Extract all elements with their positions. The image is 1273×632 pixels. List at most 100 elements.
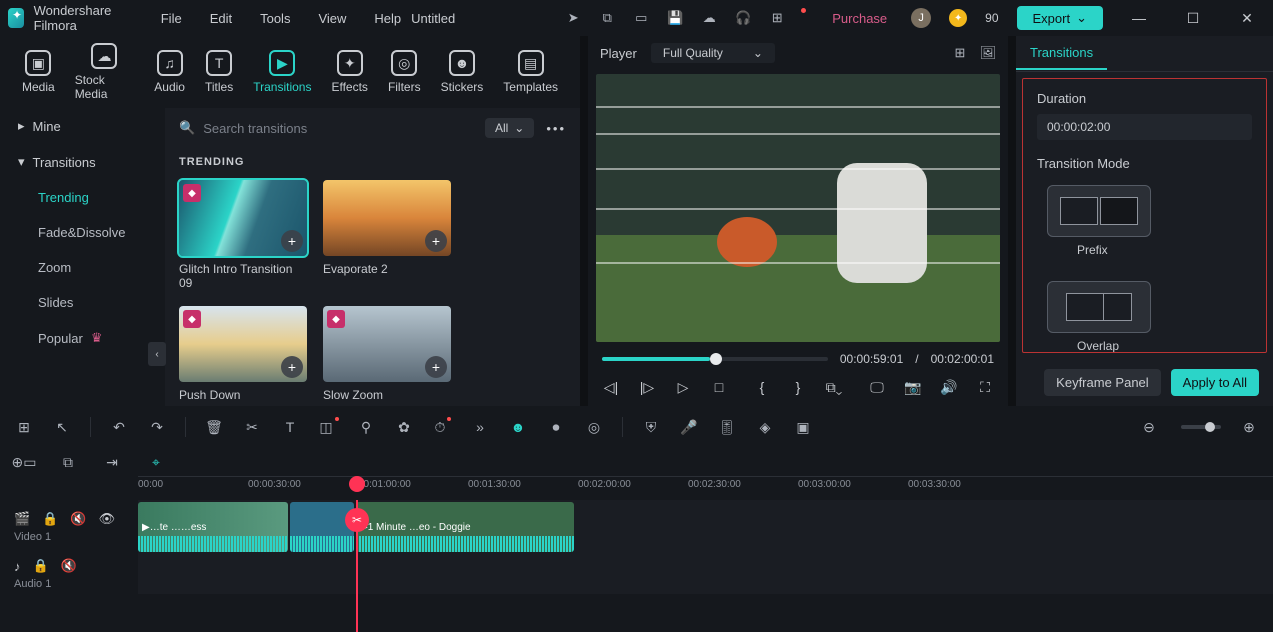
tab-stock[interactable]: ☁Stock Media	[75, 43, 135, 101]
save-icon[interactable]: 💾	[667, 10, 683, 26]
shield-icon[interactable]: ⛨	[641, 417, 661, 437]
cut-icon[interactable]: ✂	[242, 417, 262, 437]
maximize-button[interactable]: ☐	[1175, 10, 1211, 27]
visibility-icon[interactable]: 👁	[99, 511, 116, 527]
sidebar-item-fade[interactable]: Fade&Dissolve	[0, 215, 165, 250]
tab-media[interactable]: ▣Media	[22, 50, 55, 94]
link-clips-icon[interactable]: ⧉	[58, 452, 78, 472]
progress-bar[interactable]	[602, 357, 828, 361]
add-icon[interactable]: +	[425, 356, 447, 378]
mute-icon[interactable]: 🔇	[70, 511, 86, 527]
lock-icon[interactable]: 🔒	[42, 511, 58, 527]
menu-view[interactable]: View	[318, 11, 346, 26]
volume-icon[interactable]: 🔊	[940, 378, 958, 396]
clip[interactable]: ▶…te ……ess	[138, 502, 288, 552]
more-icon[interactable]: •••	[546, 121, 566, 136]
track-body[interactable]	[138, 554, 1273, 594]
card-evaporate[interactable]: +Evaporate 2	[323, 180, 451, 290]
tab-titles[interactable]: TTitles	[205, 50, 233, 94]
mixer-icon[interactable]: 🎚	[717, 417, 737, 437]
collapse-sidebar-button[interactable]: ‹	[148, 342, 166, 366]
fullscreen-icon[interactable]: ⛶	[976, 378, 994, 396]
group-icon[interactable]: ▣	[793, 417, 813, 437]
marker-tool-icon[interactable]: ◈	[755, 417, 775, 437]
time-ruler[interactable]: 00:00 00:00:30:00 00:01:00:00 00:01:30:0…	[138, 476, 1273, 500]
zoom-out-icon[interactable]: ⊖	[1139, 417, 1159, 437]
clip[interactable]: ▶1 Minute …eo - Doggie	[356, 502, 574, 552]
track-body[interactable]: ▶…te ……ess ▶1 Minute …eo - Doggie	[138, 500, 1273, 554]
keyframe-panel-button[interactable]: Keyframe Panel	[1044, 369, 1161, 396]
side-transitions[interactable]: ▾Transitions	[0, 144, 165, 180]
more-tools-icon[interactable]: »	[470, 417, 490, 437]
prev-frame-icon[interactable]: ◁|	[602, 378, 620, 396]
cut-badge-icon[interactable]: ✂	[345, 508, 369, 532]
menu-file[interactable]: File	[161, 11, 182, 26]
preview-canvas[interactable]	[596, 74, 1000, 342]
device-icon[interactable]: ⧉	[599, 10, 615, 26]
crop-icon[interactable]: ◫	[318, 417, 338, 437]
duration-field[interactable]: 00:00:02:00	[1037, 114, 1252, 140]
undo-icon[interactable]: ↶	[109, 417, 129, 437]
menu-help[interactable]: Help	[374, 11, 401, 26]
tab-audio[interactable]: ♫Audio	[154, 50, 185, 94]
card-glitch[interactable]: ◆+Glitch Intro Transition 09	[179, 180, 307, 290]
compare-icon[interactable]: ⧉⌄	[825, 378, 843, 396]
tab-effects[interactable]: ✦Effects	[331, 50, 367, 94]
image-view-icon[interactable]: 🖼	[980, 45, 996, 61]
cursor-icon[interactable]: ↖	[52, 417, 72, 437]
tab-stickers[interactable]: ☻Stickers	[441, 50, 484, 94]
lock-icon[interactable]: 🔒	[33, 558, 49, 574]
add-icon[interactable]: +	[281, 356, 303, 378]
menu-edit[interactable]: Edit	[210, 11, 232, 26]
side-mine[interactable]: ▸Mine	[0, 108, 165, 144]
send-icon[interactable]: ➤	[565, 10, 581, 26]
props-tab-transitions[interactable]: Transitions	[1016, 37, 1107, 70]
text-icon[interactable]: T	[280, 417, 300, 437]
target-icon[interactable]: ◎	[584, 417, 604, 437]
magnet-icon[interactable]: ⌖	[146, 452, 166, 472]
zoom-slider[interactable]	[1181, 425, 1221, 429]
sidebar-item-zoom[interactable]: Zoom	[0, 250, 165, 285]
tab-templates[interactable]: ▤Templates	[503, 50, 558, 94]
add-icon[interactable]: +	[425, 230, 447, 252]
mark-out-icon[interactable]: }	[789, 378, 807, 396]
card-slowzoom[interactable]: ◆+Slow Zoom	[323, 306, 451, 402]
next-frame-icon[interactable]: |▷	[638, 378, 656, 396]
grid-icon[interactable]: ⊞	[769, 10, 785, 26]
link-icon[interactable]: ⚲	[356, 417, 376, 437]
quality-dropdown[interactable]: Full Quality⌄	[651, 43, 775, 63]
layout-icon[interactable]: ⊞	[14, 417, 34, 437]
sidebar-item-popular[interactable]: Popular ♛	[0, 320, 165, 356]
snapshot-icon[interactable]: 📷	[904, 378, 922, 396]
display-icon[interactable]: ▭	[633, 10, 649, 26]
clip[interactable]	[290, 502, 354, 552]
mode-prefix[interactable]	[1047, 185, 1151, 237]
record-icon[interactable]: ⏺	[546, 417, 566, 437]
zoom-in-icon[interactable]: ⊕	[1239, 417, 1259, 437]
mode-overlap[interactable]	[1047, 281, 1151, 333]
sidebar-item-slides[interactable]: Slides	[0, 285, 165, 320]
menu-tools[interactable]: Tools	[260, 11, 290, 26]
search-input[interactable]: 🔍Search transitions	[179, 120, 473, 136]
mark-in-icon[interactable]: {	[753, 378, 771, 396]
progress-knob[interactable]	[710, 353, 722, 365]
tab-filters[interactable]: ◎Filters	[388, 50, 421, 94]
mic-icon[interactable]: 🎤	[679, 417, 699, 437]
add-icon[interactable]: +	[281, 230, 303, 252]
card-pushdown[interactable]: ◆+Push Down	[179, 306, 307, 402]
close-button[interactable]: ✕	[1229, 10, 1265, 27]
delete-icon[interactable]: 🗑	[204, 417, 224, 437]
add-media-icon[interactable]: ⊕▭	[14, 452, 34, 472]
export-button[interactable]: Export⌄	[1017, 6, 1103, 30]
ripple-icon[interactable]: ⇥	[102, 452, 122, 472]
minimize-button[interactable]: —	[1121, 10, 1157, 26]
playhead[interactable]: ✂	[356, 500, 358, 632]
headphones-icon[interactable]: 🎧	[735, 10, 751, 26]
sidebar-item-trending[interactable]: Trending	[0, 180, 165, 215]
ai-icon[interactable]: ☻	[508, 417, 528, 437]
purchase-link[interactable]: Purchase	[826, 11, 893, 26]
monitor-icon[interactable]: 🖵	[868, 378, 886, 396]
cloud-icon[interactable]: ☁	[701, 10, 717, 26]
redo-icon[interactable]: ↷	[147, 417, 167, 437]
filter-dropdown[interactable]: All⌄	[485, 118, 534, 138]
